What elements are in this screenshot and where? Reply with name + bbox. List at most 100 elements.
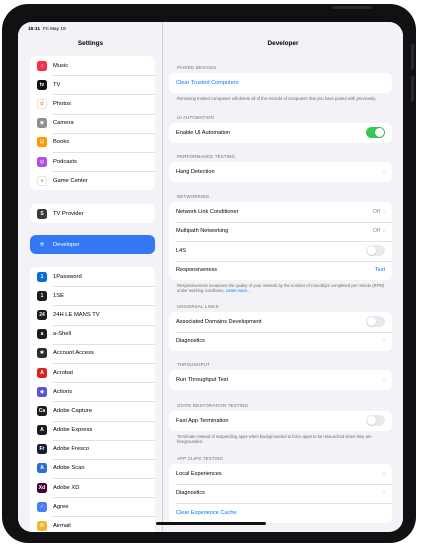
- ipad-device: Settings ♫ Music tv TV ✿ Photos ◉ Camera ▤ Books ◎…: [0, 0, 421, 547]
- card-performance: Hang Detection ›: [169, 162, 392, 182]
- paired-devices-footer: Removing trusted computers will delete a…: [177, 96, 377, 101]
- l4s-label: L4S: [176, 247, 186, 254]
- sidebar-item-books[interactable]: ▤ Books: [30, 132, 155, 152]
- a-shell-icon: a: [37, 329, 47, 340]
- sidebar-item-photos[interactable]: ✿ Photos: [30, 94, 155, 113]
- sidebar-item-label: Agree: [53, 503, 69, 510]
- network-link-conditioner-row[interactable]: Network Link Conditioner Off ›: [169, 202, 392, 222]
- sidebar-item-label: Airmail: [53, 523, 71, 530]
- sidebar-item-adobe-xd[interactable]: Xd Adobe XD: [30, 478, 155, 497]
- home-indicator[interactable]: [156, 522, 266, 525]
- agree-icon: ✓: [37, 501, 47, 512]
- card-app-clips: Local Experiences › Diagnostics › Clear …: [169, 464, 392, 523]
- multipath-networking-row[interactable]: Multipath Networking Off ›: [169, 221, 392, 242]
- local-experiences-row[interactable]: Local Experiences ›: [169, 464, 392, 484]
- top-button: [332, 6, 372, 9]
- adobe-xd-icon: Xd: [37, 482, 47, 493]
- associated-domains-label: Associated Domains Development: [176, 318, 262, 325]
- sidebar-item-game-center[interactable]: ● Game Center: [30, 171, 155, 190]
- volume-up-button: [411, 44, 414, 70]
- clear-experience-cache-button[interactable]: Clear Experience Cache: [169, 503, 392, 523]
- sidebar-item-actions[interactable]: ◆ Actions: [30, 382, 155, 401]
- sidebar-item-adobe-fresco[interactable]: Fr Adobe Fresco: [30, 439, 155, 459]
- responsiveness-test-button[interactable]: Test: [375, 267, 385, 273]
- sidebar-item-tv-provider[interactable]: S TV Provider: [30, 204, 155, 223]
- multipath-networking-value: Off ›: [373, 228, 385, 234]
- sidebar-item-1se[interactable]: 1 1SE: [30, 286, 155, 305]
- chevron-right-icon: ›: [383, 208, 385, 215]
- responsiveness-label: Responsiveness: [176, 267, 218, 274]
- enable-ui-automation-toggle[interactable]: [366, 127, 385, 139]
- run-throughput-test-row[interactable]: Run Throughput Test ›: [169, 370, 392, 390]
- sidebar-item-label: Adobe XD: [53, 484, 80, 491]
- section-header-ui-automation: UI AUTOMATION: [177, 115, 214, 120]
- section-header-performance: PERFORMANCE TESTING: [177, 154, 236, 159]
- music-icon: ♫: [37, 60, 47, 71]
- actions-icon: ◆: [37, 386, 47, 397]
- adobe-scan-icon: A: [37, 463, 47, 474]
- sidebar-item-podcasts[interactable]: ◎ Podcasts: [30, 151, 155, 171]
- acrobat-icon: A: [37, 367, 47, 378]
- card-throughput: Run Throughput Test ›: [169, 370, 392, 390]
- associated-domains-row: Associated Domains Development: [169, 312, 392, 332]
- sidebar-item-music[interactable]: ♫ Music: [30, 56, 155, 75]
- developer-pane: Developer PAIRED DEVICES Clear Trusted C…: [163, 22, 403, 532]
- sidebar-item-adobe-capture[interactable]: Ca Adobe Capture: [30, 401, 155, 420]
- sidebar-item-adobe-express[interactable]: A Adobe Express: [30, 420, 155, 440]
- sidebar-item-label: Music: [53, 62, 69, 69]
- app-clips-diagnostics-row[interactable]: Diagnostics ›: [169, 483, 392, 504]
- podcasts-icon: ◎: [37, 156, 47, 167]
- le-mans-icon: 24: [37, 309, 47, 320]
- sidebar-group-apps: 1 1Password 1 1SE 24 24H LE MANS TV a a-Shell ✱ A…: [30, 267, 155, 532]
- sidebar-item-camera[interactable]: ◉ Camera: [30, 113, 155, 133]
- hang-detection-row[interactable]: Hang Detection ›: [169, 162, 392, 182]
- sidebar-item-label: Adobe Capture: [53, 407, 92, 414]
- run-throughput-test-label: Run Throughput Test: [176, 376, 229, 383]
- sidebar-item-label: Developer: [53, 241, 80, 248]
- associated-domains-toggle[interactable]: [366, 316, 385, 328]
- sidebar-item-account-access[interactable]: ✱ Account Access: [30, 343, 155, 363]
- sidebar-item-24h-le-mans-tv[interactable]: 24 24H LE MANS TV: [30, 305, 155, 324]
- sidebar-item-label: Acrobat: [53, 369, 73, 376]
- sidebar-title: Settings: [77, 40, 104, 47]
- status-time: 16:11: [28, 26, 41, 32]
- sidebar-item-1password[interactable]: 1 1Password: [30, 267, 155, 286]
- universal-links-diagnostics-row[interactable]: Diagnostics ›: [169, 331, 392, 352]
- responsiveness-row: Responsiveness Test: [169, 260, 392, 281]
- clear-experience-cache-label: Clear Experience Cache: [176, 509, 237, 516]
- sidebar-item-label: Account Access: [53, 350, 94, 357]
- chevron-right-icon: ›: [383, 376, 385, 383]
- device-bezel: Settings ♫ Music tv TV ✿ Photos ◉ Camera ▤ Books ◎…: [2, 4, 416, 543]
- game-center-icon: ●: [37, 175, 47, 186]
- learn-more-link[interactable]: Learn more...: [226, 288, 251, 293]
- sidebar-item-a-shell[interactable]: a a-Shell: [30, 324, 155, 344]
- sidebar-item-label: 1Password: [53, 273, 82, 280]
- sidebar-item-tv[interactable]: tv TV: [30, 75, 155, 94]
- settings-sidebar: Settings ♫ Music tv TV ✿ Photos ◉ Camera ▤ Books ◎…: [18, 22, 163, 532]
- networking-footer: Responsiveness measures the quality of y…: [177, 283, 389, 294]
- networking-footer-text: Responsiveness measures the quality of y…: [177, 283, 385, 294]
- fast-app-termination-toggle[interactable]: [366, 415, 385, 427]
- sidebar-item-adobe-scan[interactable]: A Adobe Scan: [30, 458, 155, 478]
- sidebar-item-agree[interactable]: ✓ Agree: [30, 497, 155, 516]
- card-ui-automation: Enable UI Automation: [169, 123, 392, 143]
- sidebar-item-label: Podcasts: [53, 158, 77, 165]
- sidebar-group-provider: S TV Provider: [30, 204, 155, 224]
- multipath-networking-label: Multipath Networking: [176, 228, 229, 235]
- clear-trusted-computers-button[interactable]: Clear Trusted Computers: [169, 73, 392, 93]
- camera-icon: ◉: [37, 118, 47, 129]
- l4s-toggle[interactable]: [366, 245, 385, 257]
- adobe-express-icon: A: [37, 425, 47, 436]
- chevron-right-icon: ›: [383, 228, 385, 235]
- adobe-fresco-icon: Fr: [37, 444, 47, 455]
- chevron-right-icon: ›: [383, 338, 385, 345]
- multipath-networking-status: Off: [372, 228, 380, 235]
- volume-down-button: [411, 76, 414, 102]
- sidebar-item-acrobat[interactable]: A Acrobat: [30, 362, 155, 382]
- chevron-right-icon: ›: [383, 490, 385, 497]
- sidebar-item-developer[interactable]: ⚒ Developer: [30, 235, 155, 254]
- section-header-state-restoration: STATE RESTORATION TESTING: [177, 403, 249, 408]
- chevron-right-icon: ›: [383, 470, 385, 477]
- section-header-networking: NETWORKING: [177, 194, 210, 199]
- sidebar-item-airmail[interactable]: ✉ Airmail: [30, 516, 155, 532]
